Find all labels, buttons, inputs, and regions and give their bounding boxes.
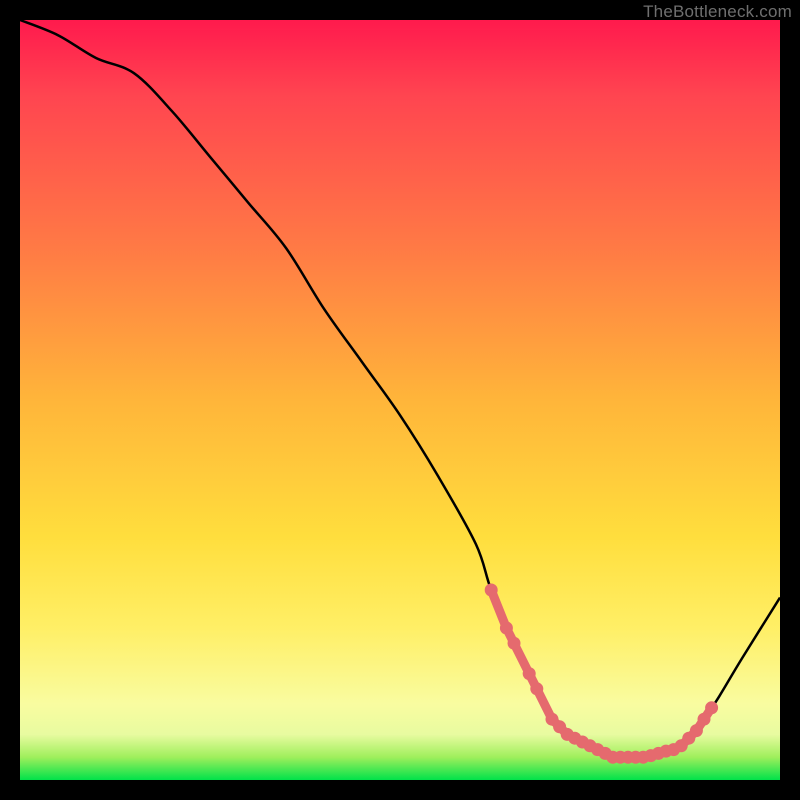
bottleneck-curve (20, 20, 780, 758)
watermark-text: TheBottleneck.com (643, 2, 792, 22)
optimal-range-point (705, 701, 718, 714)
optimal-range-point (698, 713, 711, 726)
optimal-range-point (485, 584, 498, 597)
optimal-range-point (500, 622, 513, 635)
plot-area (20, 20, 780, 780)
optimal-range-point (523, 667, 536, 680)
optimal-range-point (690, 724, 703, 737)
optimal-range-point (530, 682, 543, 695)
chart-svg (20, 20, 780, 780)
optimal-range-point (508, 637, 521, 650)
chart-frame: TheBottleneck.com (0, 0, 800, 800)
